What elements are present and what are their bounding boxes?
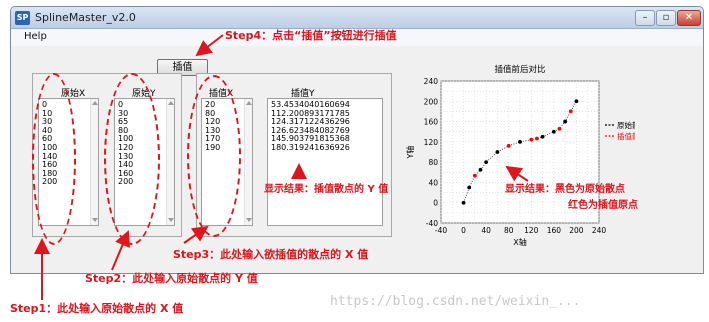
arrow-step4 <box>195 34 224 57</box>
step4-annotation: Step4：点击“插值”按钮进行插值 <box>225 29 397 42</box>
result-mid-annotation: 显示结果：插值散点的 Y 值 <box>264 184 389 195</box>
step1-annotation: Step1：此处输入原始散点的 X 值 <box>10 302 184 315</box>
step2-annotation: Step2：此处输入原始散点的 Y 值 <box>85 272 258 285</box>
arrow-step3 <box>183 225 209 244</box>
arrow-result-chart <box>505 165 529 182</box>
stage: SP SplineMaster_v2.0 – ▫ ✕ Help 插值 原始X 原… <box>0 0 709 322</box>
result-chart-annotation-line2: 红色为插值原点 <box>568 200 638 211</box>
step3-annotation: Step3：此处输入欲插值的散点的 X 值 <box>173 248 369 261</box>
arrow-step2 <box>111 230 130 271</box>
result-chart-annotation-line1: 显示结果：黑色为原始散点 <box>505 184 625 195</box>
watermark-text: https://blog.csdn.net/weixin_... <box>330 294 581 309</box>
